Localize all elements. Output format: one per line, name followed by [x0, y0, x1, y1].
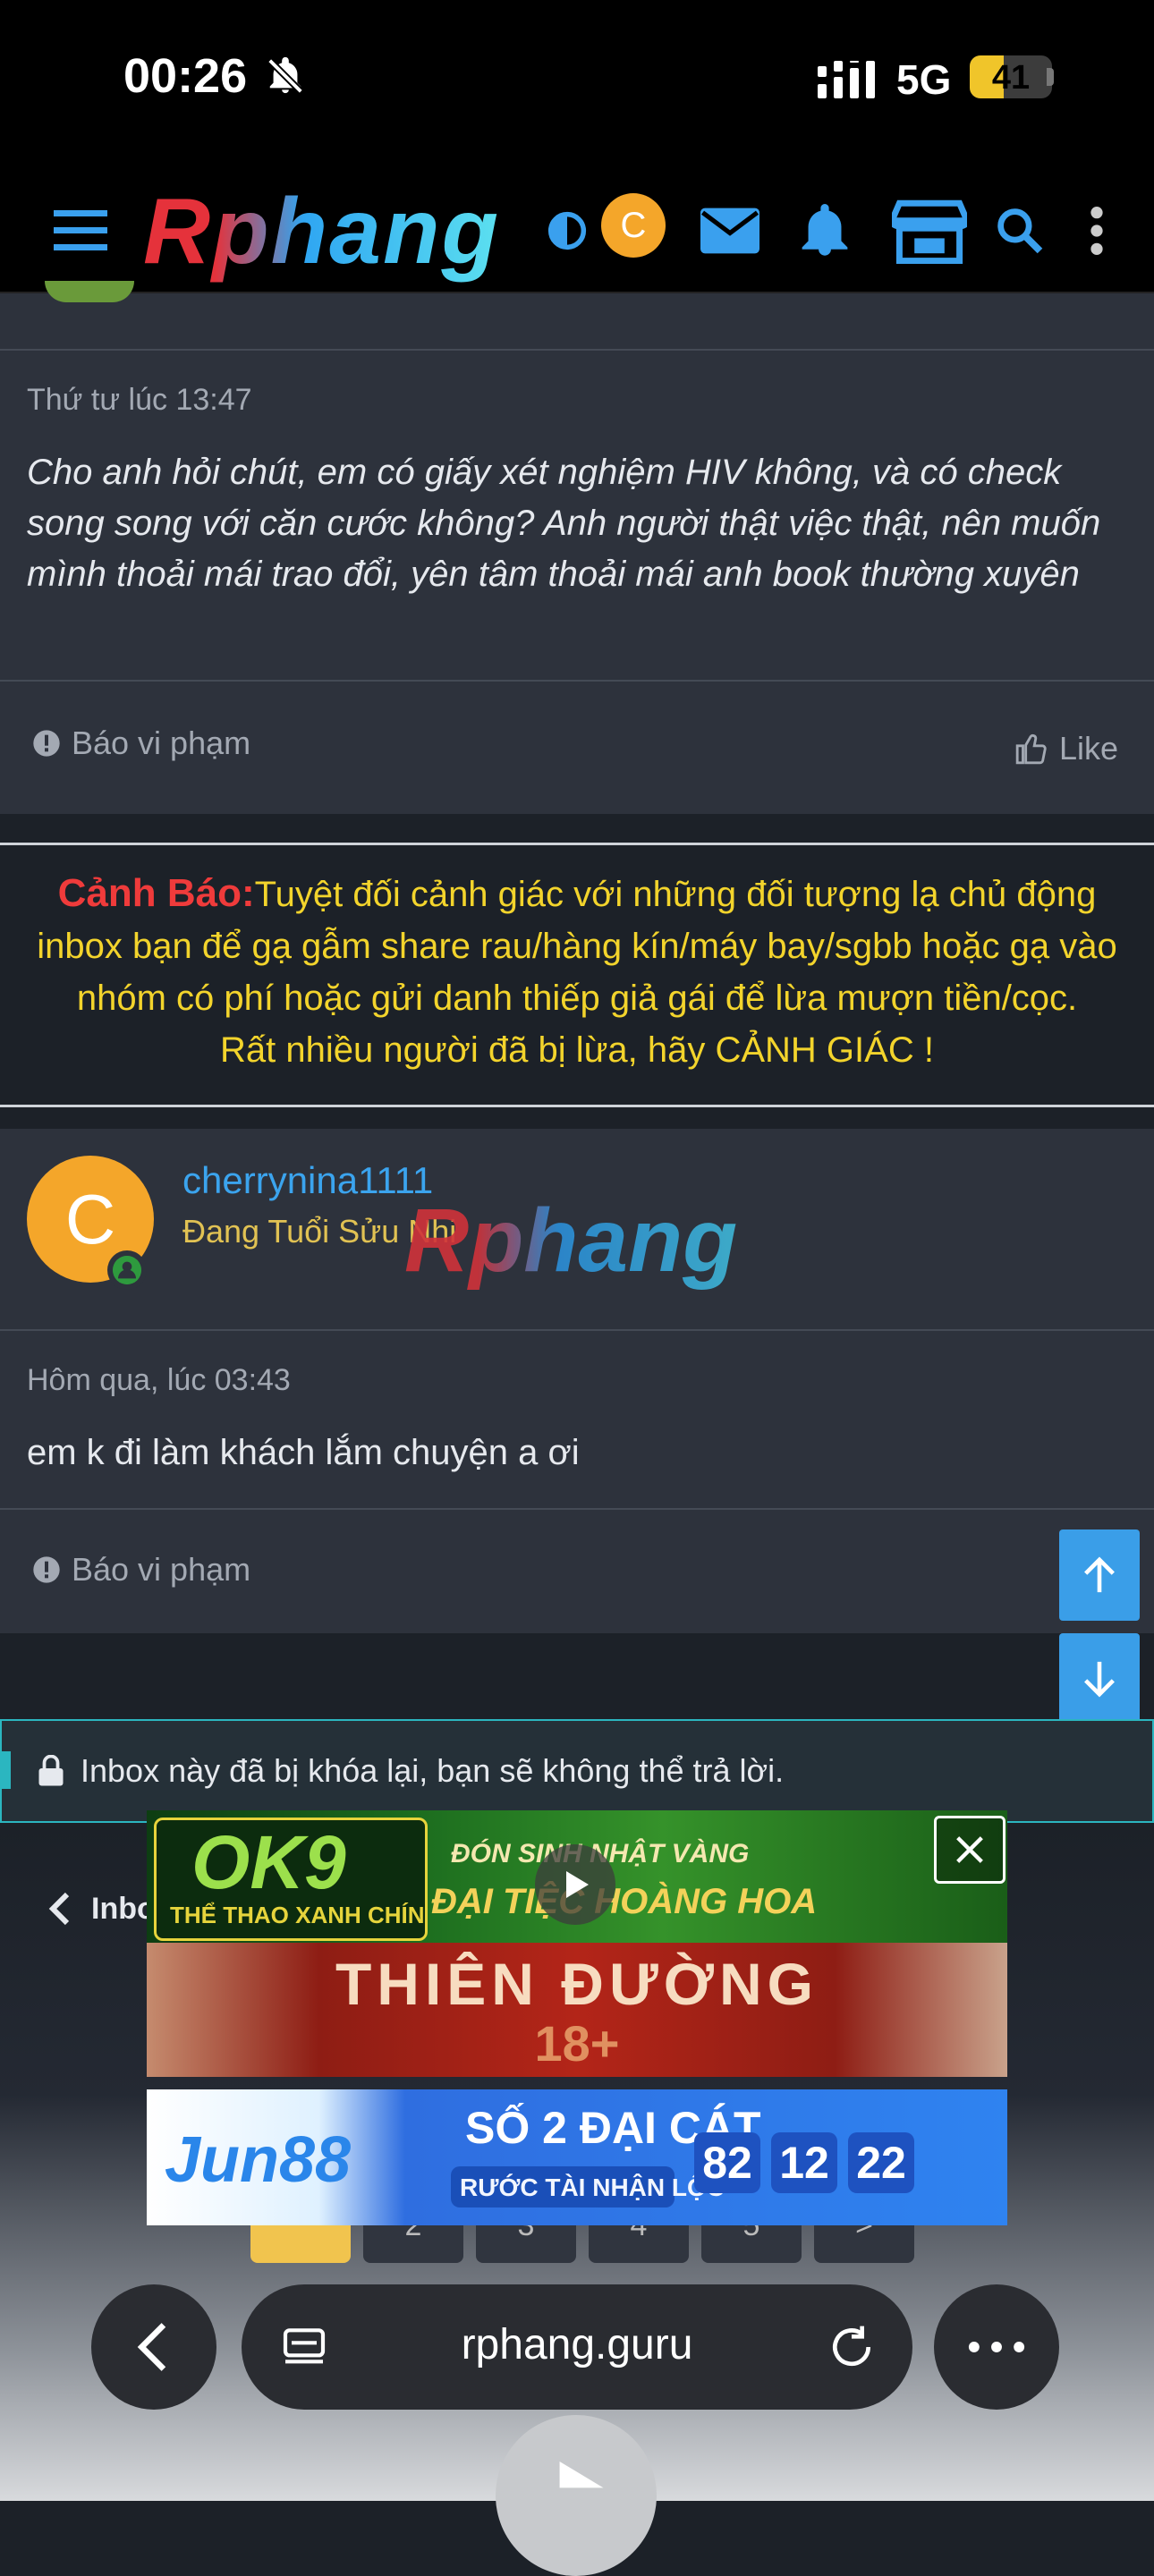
- jun88-number-3: 22: [848, 2132, 914, 2193]
- arrow-up-icon: [1084, 1556, 1115, 1593]
- divider: [0, 349, 1154, 351]
- post-message: Cho anh hỏi chút, em có giấy xét nghiệm …: [27, 453, 1101, 594]
- chevron-left-icon: [137, 2323, 166, 2371]
- play-icon: [566, 1871, 589, 1898]
- locked-notice-text: Inbox này đã bị khóa lại, bạn sẽ không t…: [81, 1752, 785, 1789]
- avatar-partial: [45, 281, 134, 302]
- report-link[interactable]: Báo vi phạm: [32, 1551, 250, 1589]
- report-label: Báo vi phạm: [72, 724, 251, 761]
- lock-icon: [38, 1755, 64, 1786]
- divider: [0, 1329, 1154, 1331]
- warning-line-1: Tuyệt đối cảnh giác với những đối tượng …: [254, 875, 1097, 914]
- ok9-promo-bottom: ĐẠI TIỆC HOÀNG HOA: [431, 1882, 818, 1921]
- post-message: em k đi làm khách lắm chuyện a ơi: [27, 1433, 580, 1472]
- ad-banner-ok9[interactable]: OK9 THỂ THAO XANH CHÍN ĐÓN SINH NHẬT VÀN…: [147, 1810, 1007, 1943]
- store-icon[interactable]: [889, 170, 970, 292]
- divider: [0, 1508, 1154, 1510]
- warning-text: Cảnh Báo:Tuyệt đối cảnh giác với những đ…: [0, 868, 1154, 1076]
- browser-back-button[interactable]: [91, 2284, 216, 2410]
- ad-banner-thien-duong[interactable]: THIÊN ĐƯỜNG 18+: [147, 1943, 1007, 2077]
- post-date: Hôm qua, lúc 03:43: [27, 1363, 291, 1397]
- divider: [0, 680, 1154, 682]
- warning-line-4: Rất nhiều người đã bị lừa, hãy CẢNH GIÁC…: [220, 1030, 934, 1070]
- signal-icon: [818, 61, 875, 98]
- inbox-link-label: Inbo: [91, 1891, 156, 1926]
- report-link[interactable]: Báo vi phạm: [32, 724, 250, 762]
- bell-off-icon: [267, 56, 303, 94]
- back-to-inbox-link[interactable]: Inbo: [48, 1891, 156, 1927]
- video-play-button[interactable]: [535, 1844, 615, 1925]
- poster-username[interactable]: cherrynina1111: [182, 1159, 433, 1202]
- menu-icon[interactable]: [48, 170, 113, 292]
- ad-close-button[interactable]: [934, 1816, 1006, 1884]
- warning-line-2: inbox bạn để gạ gẫm share rau/hàng kín/m…: [37, 927, 1117, 966]
- warning-title: Cảnh Báo:: [57, 871, 255, 915]
- mail-icon[interactable]: [698, 170, 762, 292]
- arrow-down-icon: [1084, 1661, 1115, 1698]
- report-label: Báo vi phạm: [72, 1551, 251, 1588]
- like-button[interactable]: Like: [1014, 730, 1118, 767]
- more-horizontal-icon: [968, 2342, 1025, 2352]
- watermark-logo: Rphang: [404, 1191, 738, 1291]
- jun88-number-2: 12: [771, 2132, 837, 2193]
- clock: 00:26: [123, 49, 248, 103]
- ad2-title: THIÊN ĐƯỜNG: [335, 1951, 819, 2017]
- locked-notice: Inbox này đã bị khóa lại, bạn sẽ không t…: [0, 1719, 1154, 1823]
- network-type: 5G: [896, 56, 952, 103]
- theme-toggle-icon[interactable]: [542, 170, 592, 292]
- user-online-icon: [113, 1256, 141, 1284]
- scroll-bottom-button[interactable]: [1059, 1633, 1140, 1724]
- notice-accent: [0, 1751, 11, 1789]
- play-icon: [559, 2462, 604, 2488]
- battery-icon: 41: [970, 55, 1052, 98]
- reload-icon[interactable]: [827, 2322, 877, 2372]
- url-text[interactable]: rphang.guru: [394, 2320, 760, 2369]
- battery-level: 41: [991, 59, 1031, 97]
- ok9-tagline: THỂ THAO XANH CHÍN: [170, 1902, 425, 1928]
- notification-bell-icon[interactable]: [796, 170, 853, 292]
- jun88-number-1: 82: [694, 2132, 760, 2193]
- ok9-brand: OK9: [191, 1820, 346, 1904]
- search-icon[interactable]: [991, 170, 1048, 292]
- post-date: Thứ tư lúc 13:47: [27, 383, 252, 417]
- chevron-left-icon: [48, 1892, 70, 1926]
- warning-line-3: nhóm có phí hoặc gửi danh thiếp giả gái …: [76, 979, 1078, 1018]
- jun88-subtitle: RƯỚC TÀI NHẬN LỘC: [460, 2174, 725, 2201]
- scroll-top-button[interactable]: [1059, 1530, 1140, 1621]
- jun88-brand: Jun88: [165, 2124, 352, 2196]
- site-logo[interactable]: Rphang: [143, 179, 500, 285]
- browser-menu-button[interactable]: [934, 2284, 1059, 2410]
- thumbs-up-icon: [1015, 734, 1047, 765]
- tab-overview-icon[interactable]: [279, 2322, 329, 2372]
- more-vertical-icon[interactable]: [1079, 170, 1115, 292]
- battery-cap: [1047, 68, 1054, 86]
- close-icon: [956, 1836, 983, 1863]
- alert-circle-icon: [33, 1556, 60, 1583]
- ad-banner-jun88[interactable]: Jun88 SỐ 2 ĐẠI CÁT RƯỚC TÀI NHẬN LỘC 82 …: [147, 2089, 1007, 2225]
- ad2-subtitle: 18+: [534, 2015, 620, 2072]
- alert-circle-icon: [33, 730, 60, 757]
- user-avatar[interactable]: C: [601, 193, 666, 258]
- like-label: Like: [1059, 730, 1119, 767]
